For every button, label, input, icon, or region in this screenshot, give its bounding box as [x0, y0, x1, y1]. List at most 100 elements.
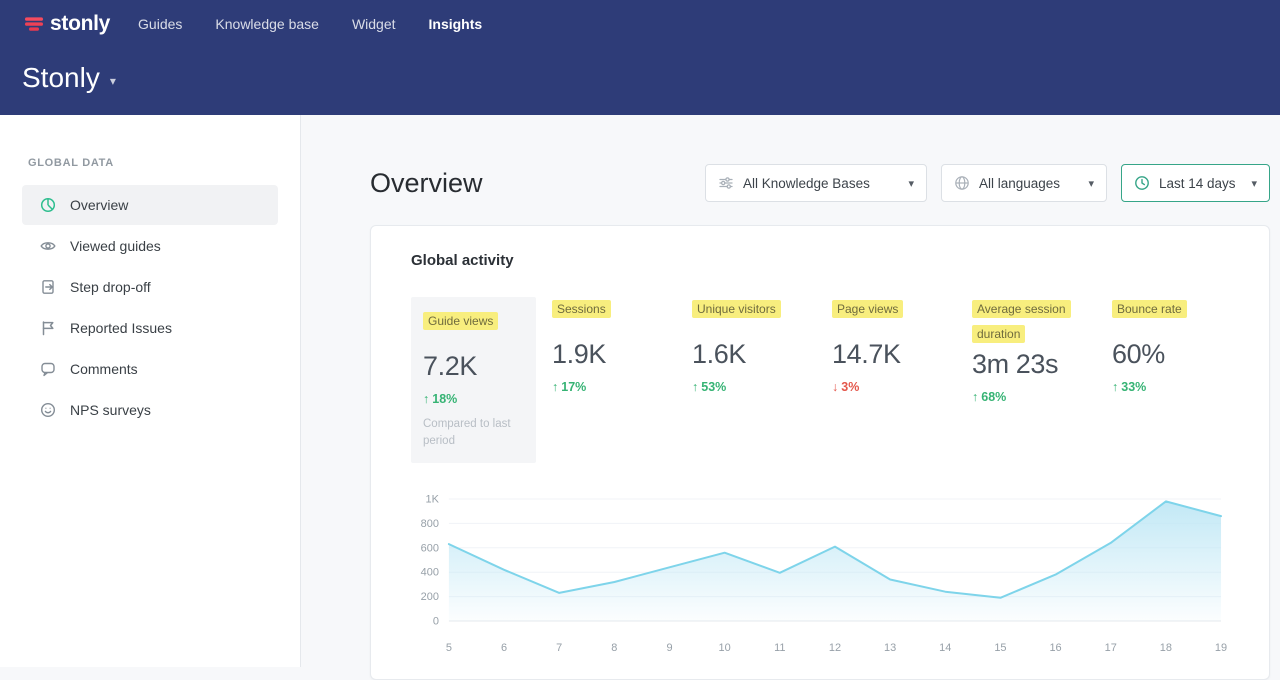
metric-page-views: Page views 14.7K ↓ 3% [832, 297, 972, 394]
metric-label: Guide views [423, 312, 498, 330]
workspace-title: Stonly [22, 62, 100, 94]
svg-text:1K: 1K [426, 494, 440, 506]
sidebar-item-overview[interactable]: Overview [22, 185, 278, 225]
svg-text:6: 6 [501, 642, 507, 654]
metric-label: Sessions [552, 300, 611, 318]
knowledge-bases-filter[interactable]: All Knowledge Bases ▾ [705, 164, 927, 202]
sidebar-item-label: Viewed guides [70, 238, 161, 254]
metric-note: Compared to last period [423, 416, 526, 449]
sidebar-section-label: GLOBAL DATA [28, 157, 300, 169]
main-header: Overview All Knowledge Bases ▾ All langu… [370, 163, 1270, 203]
metric-change-value: 3% [841, 380, 859, 394]
chevron-down-icon: ▾ [1251, 177, 1257, 190]
up-arrow-icon: ↑ [552, 380, 558, 394]
metric-change-value: 68% [981, 390, 1006, 404]
sidebar-item-step-drop-off[interactable]: Step drop-off [22, 267, 278, 307]
sidebar-item-reported-issues[interactable]: Reported Issues [22, 308, 278, 348]
sidebar-item-viewed-guides[interactable]: Viewed guides [22, 226, 278, 266]
sidebar-item-label: Overview [70, 197, 128, 213]
metric-change: ↑ 33% [1112, 380, 1229, 394]
nav-item-insights[interactable]: Insights [429, 16, 483, 32]
metrics-row: Guide views 7.2K ↑ 18% Compared to last … [411, 297, 1229, 463]
svg-text:7: 7 [556, 642, 562, 654]
metric-value: 60% [1112, 339, 1229, 370]
sidebar-item-label: Comments [70, 361, 138, 377]
page-title: Overview [370, 168, 483, 199]
metric-label: Average session duration [972, 300, 1071, 343]
stonly-logo[interactable]: stonly [24, 12, 110, 36]
svg-text:400: 400 [421, 567, 439, 579]
nav-item-knowledge-base[interactable]: Knowledge base [215, 16, 319, 32]
metric-change-value: 18% [432, 392, 457, 406]
date-range-filter[interactable]: Last 14 days ▾ [1121, 164, 1270, 202]
svg-text:9: 9 [666, 642, 672, 654]
chevron-down-icon: ▾ [908, 177, 914, 190]
metric-sessions: Sessions 1.9K ↑ 17% [552, 297, 692, 394]
card-title: Global activity [411, 252, 1229, 269]
svg-text:18: 18 [1160, 642, 1172, 654]
svg-text:600: 600 [421, 543, 439, 555]
metric-label: Unique visitors [692, 300, 781, 318]
svg-text:10: 10 [719, 642, 731, 654]
globe-icon [954, 175, 970, 191]
svg-text:13: 13 [884, 642, 896, 654]
metric-value: 14.7K [832, 339, 972, 370]
languages-filter[interactable]: All languages ▾ [941, 164, 1107, 202]
metric-value: 1.6K [692, 339, 832, 370]
svg-text:17: 17 [1105, 642, 1117, 654]
metric-label: Bounce rate [1112, 300, 1187, 318]
metric-value: 3m 23s [972, 349, 1112, 380]
svg-text:14: 14 [939, 642, 951, 654]
filter-label: All Knowledge Bases [743, 176, 870, 191]
metric-bounce-rate: Bounce rate 60% ↑ 33% [1112, 297, 1229, 394]
workspace-selector[interactable]: Stonly ▾ [0, 36, 1280, 94]
metric-unique-visitors: Unique visitors 1.6K ↑ 53% [692, 297, 832, 394]
step-drop-off-icon [40, 279, 56, 295]
metric-change: ↑ 18% [423, 392, 526, 406]
top-header: stonly Guides Knowledge base Widget Insi… [0, 0, 1280, 115]
comment-icon [40, 361, 56, 377]
metric-average-session-duration: Average session duration 3m 23s ↑ 68% [972, 297, 1112, 404]
svg-text:8: 8 [611, 642, 617, 654]
metric-change: ↓ 3% [832, 380, 972, 394]
clock-icon [1134, 175, 1150, 191]
up-arrow-icon: ↑ [692, 380, 698, 394]
flag-icon [40, 320, 56, 336]
sidebar-item-nps-surveys[interactable]: NPS surveys [22, 390, 278, 430]
metric-value: 7.2K [423, 351, 526, 382]
svg-text:15: 15 [994, 642, 1006, 654]
smiley-icon [40, 402, 56, 418]
svg-text:11: 11 [774, 642, 785, 654]
sidebar-item-label: Reported Issues [70, 320, 172, 336]
metric-change: ↑ 17% [552, 380, 692, 394]
global-activity-chart-container: 02004006008001K5678910111213141516171819 [411, 489, 1229, 661]
sidebar-item-comments[interactable]: Comments [22, 349, 278, 389]
stonly-logo-icon [24, 14, 44, 34]
metric-change-value: 17% [561, 380, 586, 394]
down-arrow-icon: ↓ [832, 380, 838, 394]
filters-bar: All Knowledge Bases ▾ All languages ▾ La… [705, 164, 1270, 202]
metric-change: ↑ 68% [972, 390, 1112, 404]
knowledge-bases-icon [718, 175, 734, 191]
metric-change-value: 53% [701, 380, 726, 394]
svg-text:16: 16 [1049, 642, 1061, 654]
up-arrow-icon: ↑ [423, 392, 429, 406]
logo-text: stonly [50, 12, 110, 36]
nav-item-guides[interactable]: Guides [138, 16, 182, 32]
up-arrow-icon: ↑ [1112, 380, 1118, 394]
nav-item-widget[interactable]: Widget [352, 16, 396, 32]
sidebar: GLOBAL DATA Overview Viewed guides Step … [0, 115, 301, 667]
svg-text:800: 800 [421, 518, 439, 530]
metric-value: 1.9K [552, 339, 692, 370]
global-activity-area-chart: 02004006008001K5678910111213141516171819 [411, 489, 1229, 661]
filter-label: Last 14 days [1159, 176, 1236, 191]
sidebar-item-label: NPS surveys [70, 402, 151, 418]
up-arrow-icon: ↑ [972, 390, 978, 404]
workspace-dropdown-caret-icon[interactable]: ▾ [110, 74, 116, 88]
metric-change-value: 33% [1121, 380, 1146, 394]
metric-label: Page views [832, 300, 903, 318]
metric-change: ↑ 53% [692, 380, 832, 394]
sidebar-item-label: Step drop-off [70, 279, 151, 295]
main-content: Overview All Knowledge Bases ▾ All langu… [301, 115, 1280, 667]
top-navigation: Guides Knowledge base Widget Insights [138, 16, 482, 32]
